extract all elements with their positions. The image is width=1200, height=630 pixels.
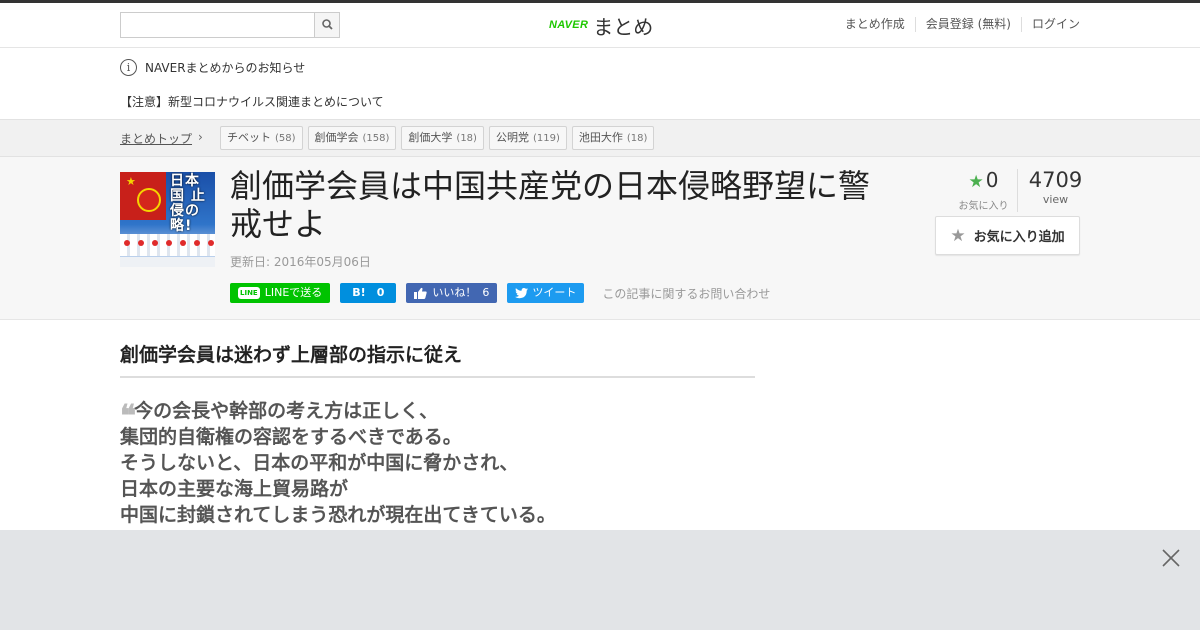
article-stats: ★ 0 お気に入り 4709 view: [950, 169, 1093, 212]
tag-count: (158): [362, 133, 390, 144]
chevron-right-icon: ›: [198, 130, 203, 144]
share-bar: LINE LINEで送る B! 0 いいね！ 6 ツイート この記事に関するお問…: [230, 283, 770, 303]
logo-matome: まとめ: [593, 14, 654, 39]
thumbnail-text: 日本国 止侵の 略!: [170, 173, 206, 234]
thumbnail-star-icon: ★: [126, 175, 136, 188]
header-nav: まとめ作成 会員登録 (無料) ログイン: [835, 17, 1080, 32]
breadcrumb: まとめトップ › チベット (58) 創価学会 (158) 創価大学 (18) 公明党…: [0, 119, 1200, 157]
tag-count: (58): [275, 133, 296, 144]
bottom-ad-overlay: [0, 530, 1200, 630]
tag-count: (18): [626, 133, 648, 144]
tweet-label: ツイート: [532, 286, 577, 299]
views-stat: 4709 view: [1018, 169, 1093, 212]
info-icon: i: [120, 59, 137, 76]
thumbnail-flags: [120, 234, 215, 256]
site-header: NAVER まとめ まとめ作成 会員登録 (無料) ログイン: [0, 3, 1200, 48]
notice-header: i NAVERまとめからのお知らせ: [120, 59, 305, 76]
star-icon: ★: [968, 172, 984, 192]
star-icon: ★: [950, 225, 966, 246]
login-link[interactable]: ログイン: [1020, 17, 1080, 32]
tag-count: (18): [456, 133, 477, 144]
register-link[interactable]: 会員登録 (無料): [914, 17, 1021, 32]
tag-tibet[interactable]: チベット (58): [220, 126, 303, 150]
create-matome-link[interactable]: まとめ作成: [835, 17, 915, 32]
updated-date: 更新日: 2016年05月06日: [230, 255, 371, 269]
line-icon: LINE: [238, 287, 260, 299]
quote-line: 日本の主要な海上貿易路が: [120, 478, 349, 500]
facebook-like-label: いいね！: [432, 286, 477, 299]
thumbnail-emblem: [137, 188, 161, 212]
tag-label: チベット: [227, 131, 271, 144]
search-icon: [322, 19, 333, 30]
tweet-button[interactable]: ツイート: [507, 283, 585, 303]
tag-list: チベット (58) 創価学会 (158) 創価大学 (18) 公明党 (119) 池田大…: [220, 126, 659, 150]
logo-naver: NAVER: [549, 19, 589, 31]
tag-soka-university[interactable]: 創価大学 (18): [401, 126, 484, 150]
notice-area: i NAVERまとめからのお知らせ 【注意】新型コロナウイルス関連まとめについて: [0, 48, 1200, 119]
breadcrumb-top-link[interactable]: まとめトップ: [120, 130, 192, 147]
quote-block: ❝ 今の会長や幹部の考え方は正しく、 集団的自衛権の容認をするべきである。 そうし…: [120, 398, 556, 528]
search-box: [120, 12, 340, 38]
quote-line: 今の会長や幹部の考え方は正しく、: [134, 400, 439, 422]
add-favorite-label: お気に入り追加: [973, 230, 1065, 245]
article-content: 創価学会員は迷わず上層部の指示に従え ❝ 今の会長や幹部の考え方は正しく、 集団的…: [0, 320, 1200, 531]
search-input[interactable]: [121, 13, 315, 37]
line-share-label: LINEで送る: [264, 286, 323, 299]
notice-title: NAVERまとめからのお知らせ: [145, 61, 306, 75]
search-button[interactable]: [314, 13, 339, 37]
line-share-button[interactable]: LINE LINEで送る: [230, 283, 331, 303]
favorites-count: 0: [985, 168, 999, 192]
facebook-thumb-icon: [414, 287, 428, 299]
quote-line: 中国に封鎖されてしまう恐れが現在出てきている。: [120, 504, 556, 526]
site-logo[interactable]: NAVER まとめ: [549, 12, 654, 39]
tag-count: (119): [532, 133, 560, 144]
views-count: 4709: [1028, 168, 1083, 192]
tag-label: 池田大作: [578, 131, 623, 144]
thumbnail-footer: [120, 257, 215, 267]
section-heading: 創価学会員は迷わず上層部の指示に従え: [120, 340, 755, 378]
quote-line: そうしないと、日本の平和が中国に脅かされ、: [120, 452, 519, 474]
views-label: view: [1042, 193, 1069, 206]
tag-komeito[interactable]: 公明党 (119): [488, 126, 567, 150]
hatena-count: 0: [376, 286, 385, 299]
article-title: 創価学会員は中国共産党の日本侵略野望に警戒せよ: [230, 167, 871, 243]
favorites-label: お気に入り: [958, 201, 1009, 212]
notice-item-link[interactable]: 【注意】新型コロナウイルス関連まとめについて: [120, 93, 384, 110]
facebook-like-button[interactable]: いいね！ 6: [406, 283, 498, 303]
tag-label: 公明党: [495, 131, 529, 144]
tag-label: 創価大学: [408, 131, 453, 144]
quote-line: 集団的自衛権の容認をするべきである。: [120, 426, 462, 448]
article-thumbnail[interactable]: ★ 日本国 止侵の 略!: [120, 172, 215, 267]
close-icon[interactable]: [1161, 548, 1181, 570]
tag-label: 創価学会: [314, 131, 359, 144]
facebook-like-count: 6: [482, 286, 490, 299]
add-favorite-button[interactable]: ★ お気に入り追加: [935, 216, 1080, 255]
hatena-icon: B!: [352, 286, 366, 299]
tag-ikeda-daisaku[interactable]: 池田大作 (18): [571, 126, 655, 150]
tag-soka-gakkai[interactable]: 創価学会 (158): [307, 126, 397, 150]
favorites-stat: ★ 0 お気に入り: [950, 169, 1018, 212]
twitter-bird-icon: [515, 287, 529, 298]
inquiry-link[interactable]: この記事に関するお問い合わせ: [602, 285, 770, 302]
hatena-bookmark-button[interactable]: B! 0: [340, 283, 397, 303]
article-header: ★ 日本国 止侵の 略! 創価学会員は中国共産党の日本侵略野望に警戒せよ 更新日…: [0, 157, 1200, 320]
